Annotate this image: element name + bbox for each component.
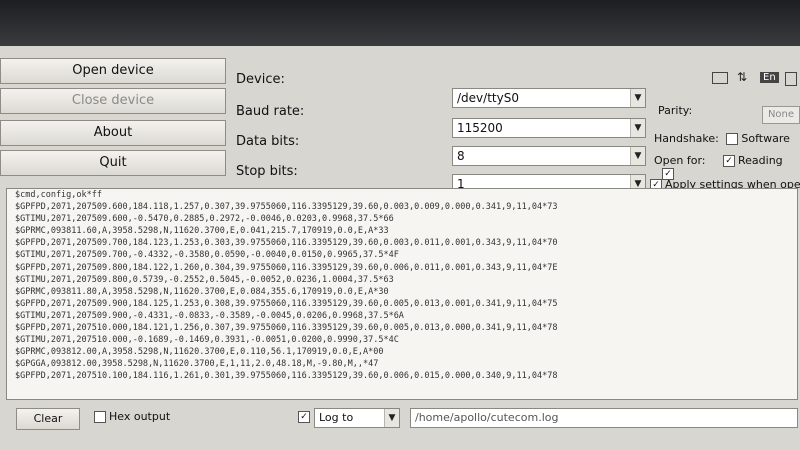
device-select[interactable]: /dev/ttyS0 ▼ — [452, 88, 646, 108]
software-checkbox[interactable] — [726, 133, 739, 145]
baud-rate-select[interactable]: 115200 ▼ — [452, 118, 646, 138]
console-line: $GPRMC,093811.60,A,3958.5298,N,11620.370… — [15, 226, 389, 237]
data-bits-label: Data bits: — [236, 134, 300, 149]
console-line: $GTIMU,2071,207509.700,-0.4332,-0.3580,0… — [15, 250, 399, 261]
stop-bits-label: Stop bits: — [236, 164, 298, 179]
parity-label: Parity: — [658, 104, 693, 117]
log-checkbox[interactable]: ✓ — [298, 411, 310, 423]
network-icon[interactable]: ⇅ — [737, 70, 747, 84]
log-mode-select[interactable]: Log to ▼ — [314, 408, 400, 428]
keyboard-icon[interactable] — [712, 72, 728, 84]
handshake-label: Handshake: — [654, 132, 719, 145]
open-device-button[interactable]: Open device — [0, 58, 226, 84]
console-line: $GPFPD,2071,207510.000,184.121,1.256,0.3… — [15, 323, 558, 334]
console-line: $GTIMU,2071,207509.900,-0.4331,-0.0833,-… — [15, 310, 404, 321]
reading-label: Reading — [738, 154, 783, 167]
clear-button[interactable]: Clear — [16, 408, 80, 430]
reading-checkbox[interactable]: ✓ — [723, 155, 736, 167]
output-console[interactable]: $cmd,config,ok*ff $GPFPD,2071,207509.600,… — [6, 188, 798, 400]
quit-button[interactable]: Quit — [0, 150, 226, 176]
software-label: Software — [741, 132, 790, 145]
handshake-row: Handshake: Software — [654, 132, 790, 145]
console-line: $GTIMU,2071,207510.000,-0.1689,-0.1469,0… — [15, 335, 399, 346]
console-line: $GPFPD,2071,207510.100,184.116,1.261,0.3… — [15, 371, 558, 382]
console-line: $GPRMC,093812.00,A,3958.5298,N,11620.370… — [15, 347, 384, 358]
console-line: $GTIMU,2071,207509.600,-0.5470,0.2885,0.… — [15, 214, 394, 225]
chevron-down-icon[interactable]: ▼ — [630, 119, 645, 137]
log-mode-value: Log to — [319, 411, 354, 424]
close-device-button[interactable]: Close device — [0, 88, 226, 114]
console-line: $GTIMU,2071,207509.800,0.5739,-0.2552,0.… — [15, 274, 394, 285]
log-checkbox-wrap: ✓ — [298, 410, 313, 423]
hex-output-checkbox[interactable] — [94, 411, 106, 423]
hex-output-row: Hex output — [94, 410, 170, 423]
parity-select[interactable]: None — [762, 106, 800, 124]
console-line: $cmd,config,ok*ff — [15, 190, 102, 200]
log-path-input[interactable]: /home/apollo/cutecom.log — [410, 408, 798, 428]
hex-output-label: Hex output — [109, 410, 171, 423]
baud-rate-label: Baud rate: — [236, 104, 305, 119]
baud-rate-value: 115200 — [457, 121, 503, 135]
device-value: /dev/ttyS0 — [457, 91, 519, 105]
battery-icon — [785, 72, 797, 86]
device-label: Device: — [236, 72, 285, 87]
dark-background — [0, 0, 800, 46]
lang-indicator[interactable]: En — [760, 72, 779, 83]
data-bits-select[interactable]: 8 ▼ — [452, 146, 646, 166]
data-bits-value: 8 — [457, 149, 465, 163]
chevron-down-icon[interactable]: ▼ — [384, 409, 399, 427]
cutecom-window: Open device Close device About Quit Devi… — [0, 46, 800, 450]
console-line: $GPGGA,093812.00,3958.5298,N,11620.3700,… — [15, 359, 379, 370]
chevron-down-icon[interactable]: ▼ — [630, 147, 645, 165]
console-line: $GPFPD,2071,207509.700,184.123,1.253,0.3… — [15, 238, 558, 249]
about-button[interactable]: About — [0, 120, 226, 146]
console-line: $GPFPD,2071,207509.600,184.118,1.257,0.3… — [15, 202, 558, 213]
open-for-label: Open for: — [654, 154, 706, 167]
chevron-down-icon[interactable]: ▼ — [630, 89, 645, 107]
console-line: $GPFPD,2071,207509.800,184.122,1.260,0.3… — [15, 262, 558, 273]
console-line: $GPRMC,093811.80,A,3958.5298,N,11620.370… — [15, 286, 389, 297]
open-for-row: Open for: ✓ Reading ✓ — [654, 154, 800, 180]
console-line: $GPFPD,2071,207509.900,184.125,1.253,0.3… — [15, 298, 558, 309]
